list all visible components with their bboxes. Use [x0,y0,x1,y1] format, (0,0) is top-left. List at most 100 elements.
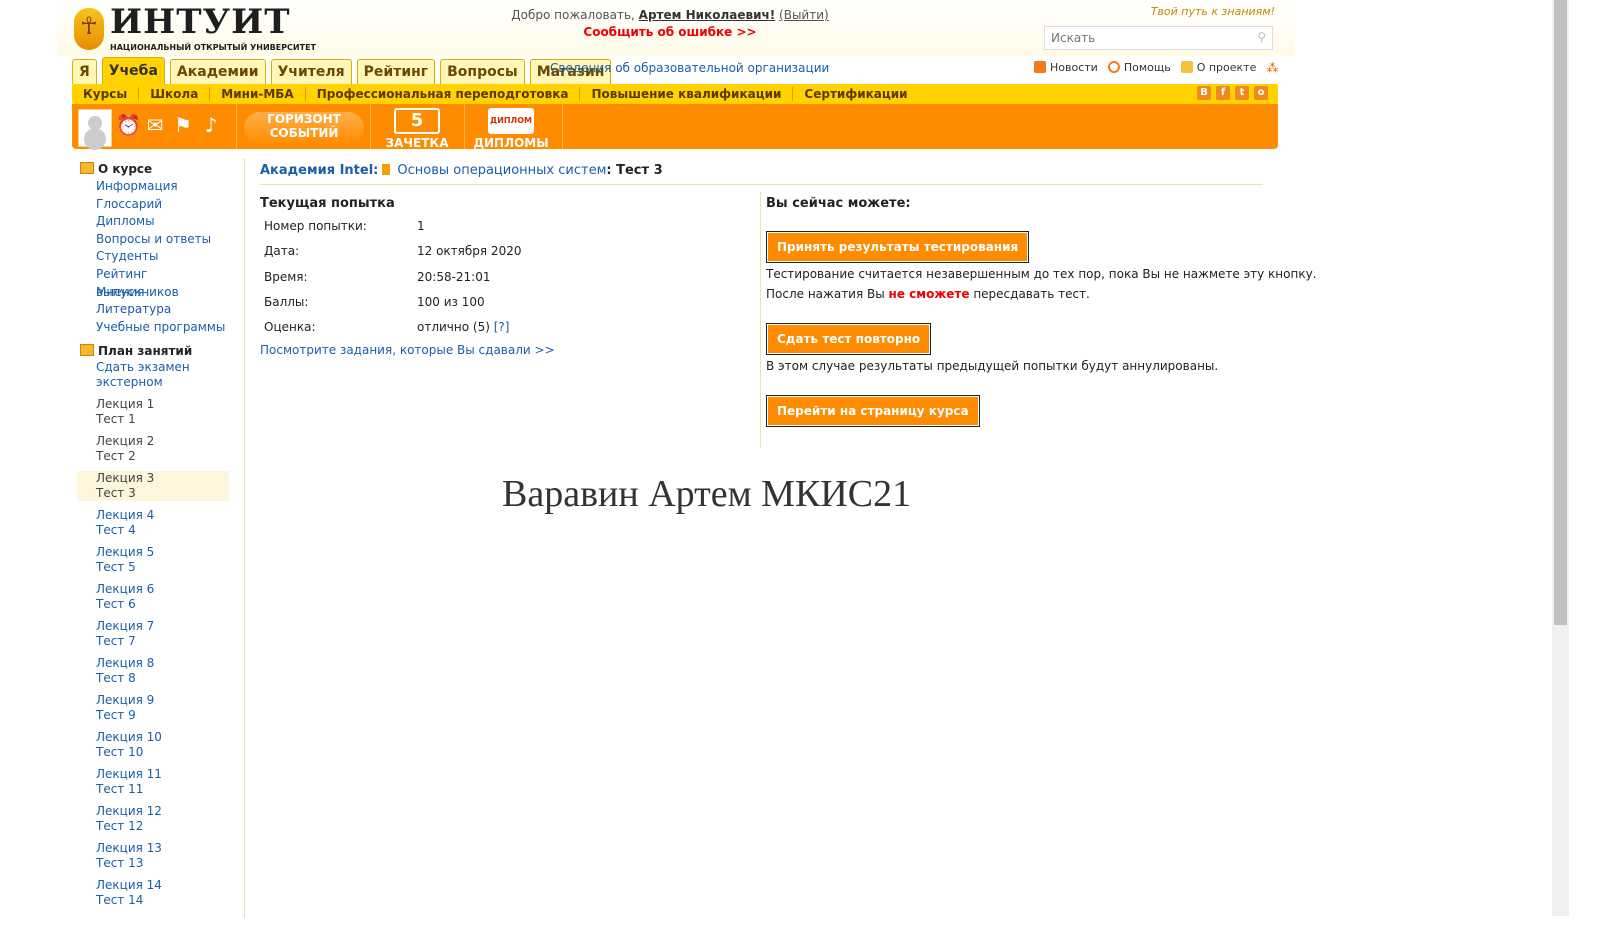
news-link[interactable]: Новости [1034,61,1098,75]
submenu-school[interactable]: Школа [139,87,211,101]
submenu-qualification[interactable]: Повышение квалификации [580,87,794,101]
tab-study[interactable]: Учеба [101,57,165,85]
lecture-link[interactable]: Лекция 9 [96,693,229,708]
sidebar-lesson[interactable]: Лекция 2 Тест 2 [77,434,229,464]
sidebar-item-programs[interactable]: Учебные программы [77,319,229,337]
logout-link[interactable]: (Выйти) [779,8,829,22]
lecture-link[interactable]: Лекция 4 [96,508,229,523]
sidebar-item-faq[interactable]: Вопросы и ответы [77,231,229,249]
lecture-link[interactable]: Лекция 14 [96,878,229,893]
help-link[interactable]: Помощь [1107,61,1171,75]
test-link[interactable]: Тест 9 [96,708,229,723]
lecture-link[interactable]: Лекция 6 [96,582,229,597]
vk-icon[interactable]: В [1197,86,1211,100]
lecture-link[interactable]: Лекция 1 [96,397,229,412]
about-link[interactable]: О проекте [1180,61,1256,75]
breadcrumb-academy[interactable]: Академия Intel: [260,163,378,178]
sidebar-lesson[interactable]: Лекция 12 Тест 12 [77,804,229,834]
avatar[interactable] [78,109,112,147]
lecture-link[interactable]: Лекция 5 [96,545,229,560]
sidebar-lesson[interactable]: Лекция 11 Тест 11 [77,767,229,797]
lecture-link[interactable]: Лекция 8 [96,656,229,671]
sidebar-lesson[interactable]: Лекция 5 Тест 5 [77,545,229,575]
submenu-courses[interactable]: Курсы [72,87,140,101]
retry-test-button[interactable]: Сдать тест повторно [766,323,932,355]
attempt-row-number: Номер попытки: 1 [264,219,425,233]
tab-academies[interactable]: Академии [169,59,266,84]
lecture-link[interactable]: Лекция 11 [96,767,229,782]
user-name-link[interactable]: Артем Николаевич [639,8,770,22]
sidebar-lesson[interactable]: Лекция 8 Тест 8 [77,656,229,686]
sidebar-lesson[interactable]: Лекция 7 Тест 7 [77,619,229,649]
sidebar-plan-header[interactable]: План занятий [77,342,229,360]
odnoklassniki-icon[interactable]: о [1254,86,1268,100]
sidebar-about-header[interactable]: О курсе [77,160,229,178]
lecture-link[interactable]: Лекция 10 [96,730,229,745]
sitemap-icon[interactable]: ⁂ [1266,61,1278,75]
test-link[interactable]: Тест 8 [96,671,229,686]
sidebar-item-info[interactable]: Информация [77,178,229,196]
sidebar-lesson[interactable]: Лекция 1 Тест 1 [77,397,229,427]
sidebar-lesson[interactable]: Лекция 13 Тест 13 [77,841,229,871]
twitter-icon[interactable]: t [1235,86,1249,100]
tab-rating[interactable]: Рейтинг [356,59,436,84]
lecture-link[interactable]: Лекция 13 [96,841,229,856]
test-link[interactable]: Тест 14 [96,893,229,908]
vertical-scrollbar[interactable] [1552,0,1569,916]
alarm-clock-icon[interactable]: ⏰ [116,112,141,138]
sidebar-item-literature[interactable]: Литература [77,301,229,319]
sidebar-item-external-exam[interactable]: Сдать экзамен экстерном [77,360,229,390]
accept-results-button[interactable]: Принять результаты тестирования [766,231,1030,263]
mail-icon[interactable]: ✉ [144,112,166,138]
submenu-certifications[interactable]: Сертификации [793,87,918,101]
course-page-button[interactable]: Перейти на страницу курса [766,395,980,427]
scrollbar-thumb[interactable] [1554,0,1567,625]
record-book-button[interactable]: 5 ЗАЧЕТКА [376,108,458,150]
sidebar-item-graduates-rating[interactable]: Рейтинг выпускников [77,266,229,299]
lecture-link[interactable]: Лекция 3 [96,471,229,486]
sidebar-lesson[interactable]: Лекция 3 Тест 3 [77,471,229,501]
submenu-retraining[interactable]: Профессиональная переподготовка [306,87,581,101]
test-link[interactable]: Тест 7 [96,634,229,649]
test-link[interactable]: Тест 12 [96,819,229,834]
sidebar-lesson[interactable]: Лекция 4 Тест 4 [77,508,229,538]
intuit-logo[interactable]: ИНТУИТ НАЦИОНАЛЬНЫЙ ОТКРЫТЫЙ УНИВЕРСИТЕТ [74,2,316,56]
gift-icon[interactable]: ⚑ [172,112,194,138]
search-icon[interactable]: ⚲ [1257,30,1266,44]
lecture-link[interactable]: Лекция 12 [96,804,229,819]
bell-icon[interactable]: ♪ [200,112,222,138]
sidebar-item-students[interactable]: Студенты [77,248,229,266]
test-link[interactable]: Тест 11 [96,782,229,797]
tab-teachers[interactable]: Учителя [270,59,352,84]
org-info-link[interactable]: Сведения об образовательной организации [550,61,829,75]
logo-emblem-icon [74,8,104,50]
test-link[interactable]: Тест 4 [96,523,229,538]
test-link[interactable]: Тест 3 [96,486,229,501]
test-link[interactable]: Тест 13 [96,856,229,871]
sidebar-item-glossary[interactable]: Глоссарий [77,196,229,214]
test-link[interactable]: Тест 5 [96,560,229,575]
sidebar-lesson[interactable]: Лекция 10 Тест 10 [77,730,229,760]
test-link[interactable]: Тест 2 [96,449,229,464]
test-link[interactable]: Тест 6 [96,597,229,612]
see-tasks-link[interactable]: Посмотрите задания, которые Вы сдавали >… [260,343,555,357]
test-link[interactable]: Тест 10 [96,745,229,760]
lecture-link[interactable]: Лекция 7 [96,619,229,634]
test-link[interactable]: Тест 1 [96,412,229,427]
submenu-mini-mba[interactable]: Мини-МБА [210,87,306,101]
sidebar-lesson[interactable]: Лекция 6 Тест 6 [77,582,229,612]
tab-me[interactable]: Я [72,59,97,84]
search-input[interactable] [1045,28,1247,48]
diplomas-button[interactable]: ДИПЛОМ ДИПЛОМЫ [470,108,552,150]
sidebar-lesson[interactable]: Лекция 14 Тест 14 [77,878,229,908]
facebook-icon[interactable]: f [1216,86,1230,100]
report-error-link[interactable]: Сообщить об ошибке >> [450,25,890,39]
sidebar-item-diplomas[interactable]: Дипломы [77,213,229,231]
event-horizon-button[interactable]: ГОРИЗОНТ СОБЫТИЙ [244,112,364,144]
grade-hint-link[interactable]: [?] [494,317,510,342]
lecture-link[interactable]: Лекция 2 [96,434,229,449]
social-links: В f t о [1197,86,1268,100]
tab-questions[interactable]: Вопросы [440,59,525,84]
sidebar-lesson[interactable]: Лекция 9 Тест 9 [77,693,229,723]
breadcrumb-course[interactable]: Основы операционных систем [397,163,606,178]
